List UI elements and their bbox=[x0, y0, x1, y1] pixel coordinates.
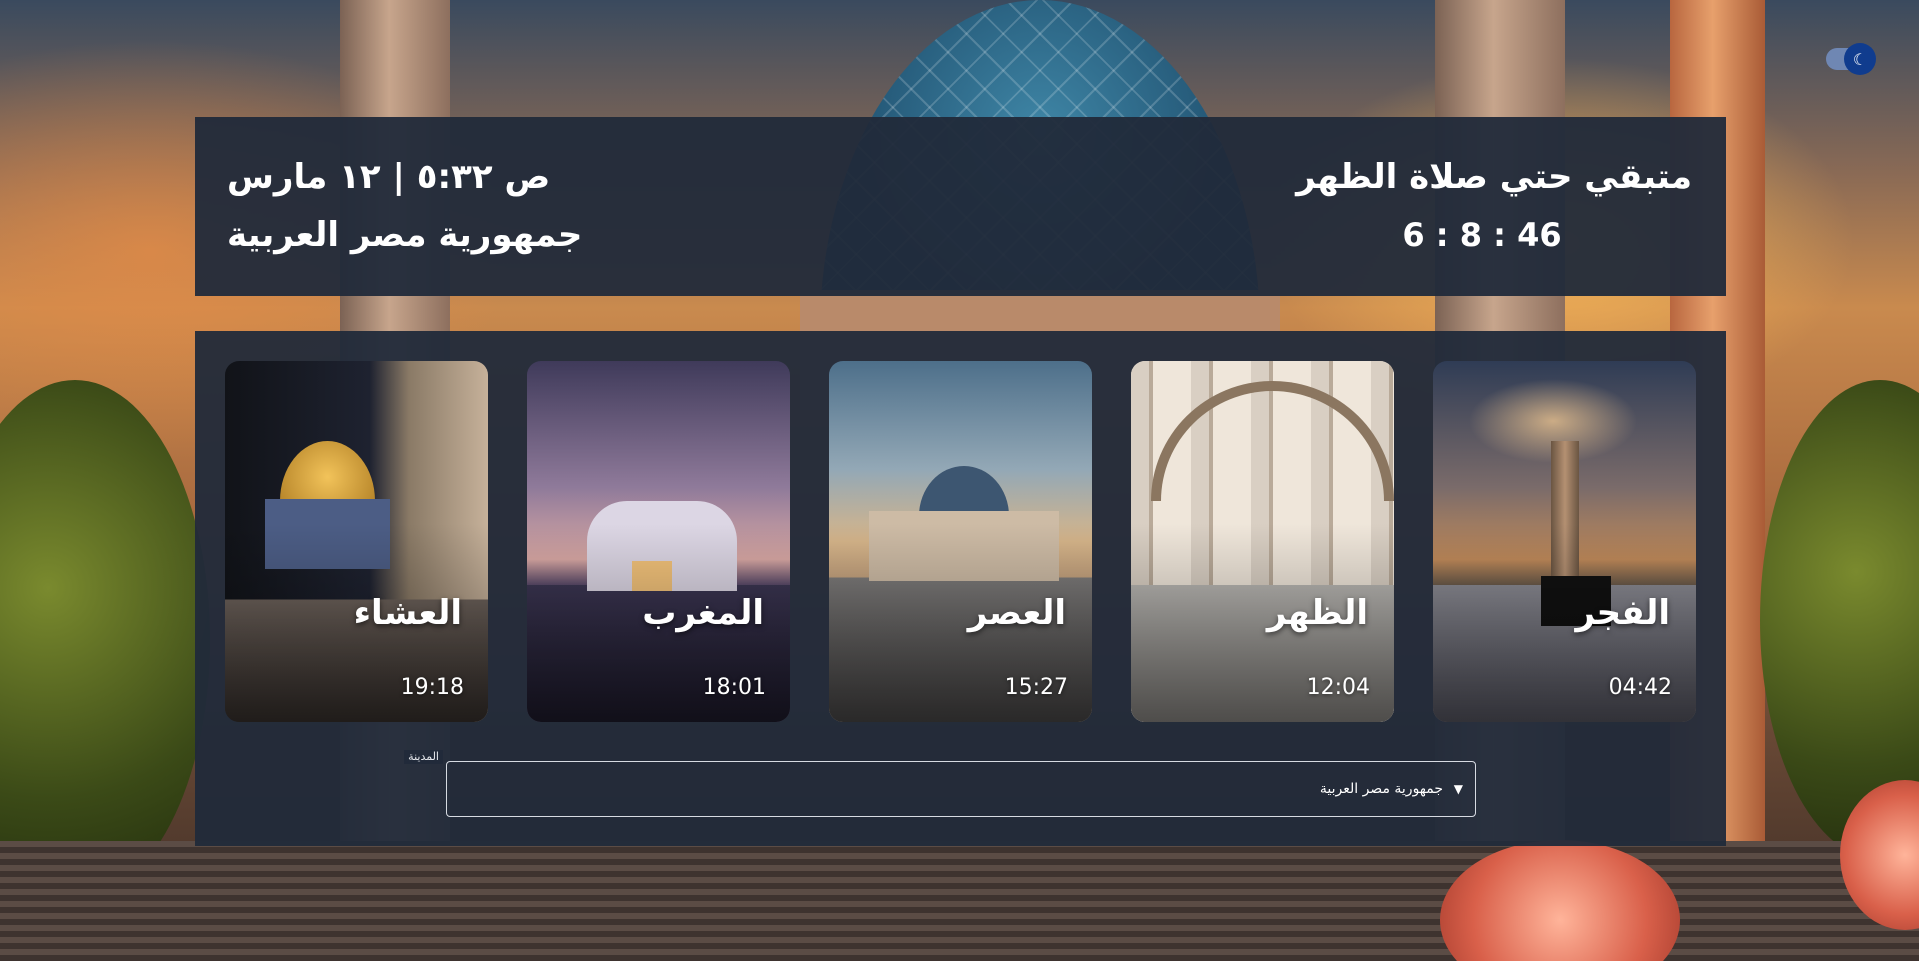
city-select-value: جمهورية مصر العربية bbox=[1319, 781, 1443, 797]
prayer-card-isha[interactable]: العشاء 19:18 bbox=[225, 361, 488, 722]
countdown-label: متبقي حتي صلاة الظهر bbox=[1296, 157, 1692, 197]
prayer-card-asr[interactable]: العصر 15:27 bbox=[829, 361, 1092, 722]
moon-icon: ☾ bbox=[1844, 43, 1876, 75]
prayer-card-dhuhr[interactable]: الظهر 12:04 bbox=[1131, 361, 1394, 722]
header-panel: متبقي حتي صلاة الظهر 6 : 8 : 46 ص ٥:٣٢ |… bbox=[195, 117, 1726, 296]
prayer-name: المغرب bbox=[642, 593, 764, 633]
current-location: جمهورية مصر العربية bbox=[227, 215, 583, 255]
prayer-cards: الفجر 04:42 الظهر 12:04 العصر 15:27 المغ… bbox=[225, 361, 1696, 722]
prayer-card-fajr[interactable]: الفجر 04:42 bbox=[1433, 361, 1696, 722]
datetime-block: ص ٥:٣٢ | ١٢ مارس جمهورية مصر العربية bbox=[227, 155, 647, 255]
caret-down-icon[interactable]: ▼ bbox=[1454, 780, 1463, 798]
prayer-name: الفجر bbox=[1575, 593, 1670, 633]
current-datetime: ص ٥:٣٢ | ١٢ مارس bbox=[227, 157, 551, 197]
prayer-name: العشاء bbox=[353, 593, 462, 633]
prayer-time: 04:42 bbox=[1608, 675, 1672, 700]
prayer-time: 19:18 bbox=[400, 675, 464, 700]
countdown-block: متبقي حتي صلاة الظهر 6 : 8 : 46 bbox=[1272, 155, 1692, 255]
prayer-time: 12:04 bbox=[1306, 675, 1370, 700]
city-select-label: المدينة bbox=[404, 750, 443, 764]
prayer-times-panel: الفجر 04:42 الظهر 12:04 العصر 15:27 المغ… bbox=[195, 331, 1726, 846]
background-tree bbox=[0, 380, 210, 900]
prayer-card-maghrib[interactable]: المغرب 18:01 bbox=[527, 361, 790, 722]
prayer-name: العصر bbox=[967, 593, 1066, 633]
prayer-name: الظهر bbox=[1266, 593, 1368, 633]
city-select[interactable]: المدينة ▼ جمهورية مصر العربية bbox=[404, 750, 1476, 817]
prayer-time: 15:27 bbox=[1004, 675, 1068, 700]
prayer-time: 18:01 bbox=[702, 675, 766, 700]
theme-toggle[interactable]: ☾ bbox=[1826, 43, 1876, 75]
countdown-timer: 6 : 8 : 46 bbox=[1402, 216, 1562, 254]
